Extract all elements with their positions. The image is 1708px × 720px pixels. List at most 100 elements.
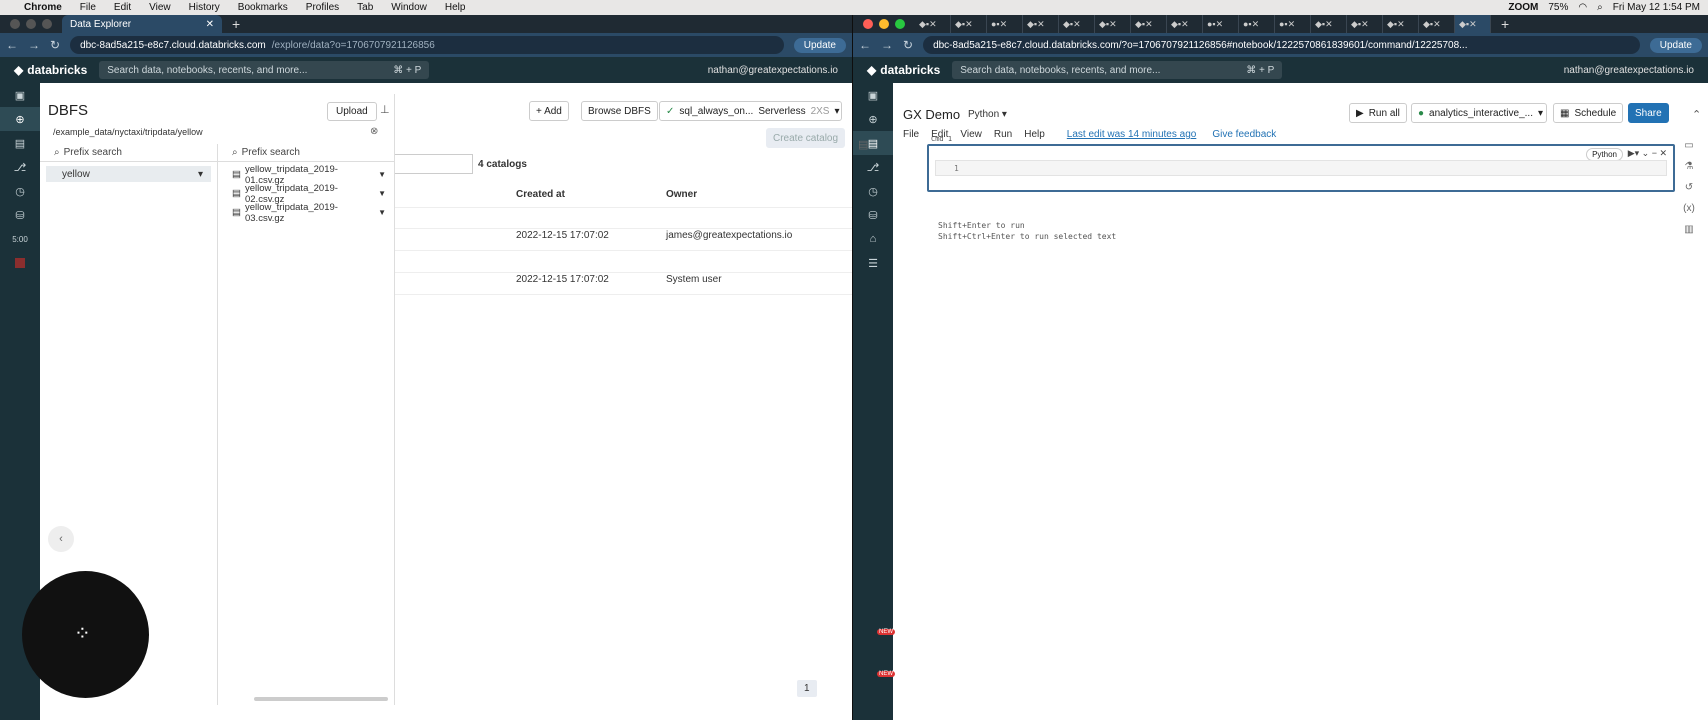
wifi-icon[interactable]: ◠ bbox=[1578, 2, 1587, 13]
new-tab-icon[interactable]: + bbox=[1501, 15, 1509, 33]
new-icon[interactable]: ⊕ bbox=[0, 107, 40, 131]
menu-help[interactable]: Help bbox=[445, 2, 466, 13]
tab-mini[interactable]: ◆▪✕ bbox=[1419, 15, 1455, 33]
forward-icon[interactable]: → bbox=[881, 38, 893, 52]
menu-view[interactable]: View bbox=[149, 2, 171, 13]
menu-history[interactable]: History bbox=[189, 2, 220, 13]
tab-mini[interactable]: ◆▪✕ bbox=[1347, 15, 1383, 33]
tab-mini[interactable]: ◆▪✕ bbox=[1095, 15, 1131, 33]
url-field[interactable]: dbc-8ad5a215-e8c7.cloud.databricks.com/?… bbox=[923, 36, 1640, 54]
repos-icon[interactable]: ⎇ bbox=[0, 155, 40, 179]
variables-icon[interactable]: (x) bbox=[1683, 203, 1695, 214]
column-created-at[interactable]: Created at bbox=[516, 189, 565, 200]
catalog-filter-input[interactable] bbox=[395, 154, 473, 174]
menu-profiles[interactable]: Profiles bbox=[306, 2, 339, 13]
prefix-search-1[interactable]: ⌕ Prefix search bbox=[40, 144, 217, 162]
tab-mini[interactable]: ●▪✕ bbox=[1275, 15, 1311, 33]
recents-icon[interactable]: ◷ bbox=[0, 179, 40, 203]
workflows-icon[interactable]: ☰ bbox=[853, 251, 893, 275]
caret-icon[interactable]: ▼ bbox=[378, 170, 386, 179]
battery-level[interactable]: 75% bbox=[1548, 2, 1568, 13]
browse-dbfs-button[interactable]: Browse DBFS bbox=[581, 101, 658, 121]
code-editor[interactable]: 1 bbox=[935, 160, 1667, 176]
pin-icon[interactable]: ⊥ bbox=[380, 103, 390, 116]
new-tab-icon[interactable]: + bbox=[232, 15, 240, 33]
history-icon[interactable]: ↺ bbox=[1685, 182, 1693, 193]
code-cell[interactable]: Python ▶▾ ⌄ − ✕ 1 bbox=[927, 144, 1675, 192]
tab-mini[interactable]: ◆▪✕ bbox=[951, 15, 987, 33]
tab-mini[interactable]: ●▪✕ bbox=[1239, 15, 1275, 33]
create-catalog-button[interactable]: Create catalog bbox=[766, 128, 846, 148]
tab-mini[interactable]: ◆▪✕ bbox=[1311, 15, 1347, 33]
tab-mini[interactable]: ●▪✕ bbox=[1203, 15, 1239, 33]
tab-mini[interactable]: ●▪✕ bbox=[987, 15, 1023, 33]
menu-file[interactable]: File bbox=[80, 2, 96, 13]
menu-toggle-icon[interactable]: ▣ bbox=[853, 83, 893, 107]
add-button[interactable]: + Add bbox=[529, 101, 569, 121]
global-search[interactable]: Search data, notebooks, recents, and mor… bbox=[99, 61, 430, 79]
reload-icon[interactable]: ↻ bbox=[50, 38, 60, 52]
warehouse-selector[interactable]: ✓ sql_always_on... Serverless 2XS ▾ bbox=[659, 101, 842, 121]
global-search[interactable]: Search data, notebooks, recents, and mor… bbox=[952, 61, 1283, 79]
dbfs-path[interactable]: /example_data/nyctaxi/tripdata/yellow bbox=[53, 127, 203, 137]
user-menu[interactable]: nathan@greatexpectations.io bbox=[708, 65, 838, 76]
column-owner[interactable]: Owner bbox=[666, 189, 697, 200]
run-all-button[interactable]: ▶ Run all bbox=[1349, 103, 1407, 123]
zoom-status[interactable]: ZOOM bbox=[1508, 2, 1538, 13]
tab-mini[interactable]: ◆▪✕ bbox=[1383, 15, 1419, 33]
forward-icon[interactable]: → bbox=[28, 38, 40, 52]
share-button[interactable]: Share bbox=[1628, 103, 1669, 123]
nb-menu-help[interactable]: Help bbox=[1024, 129, 1045, 140]
tab-mini[interactable]: ◆▪✕ bbox=[1167, 15, 1203, 33]
caret-icon[interactable]: ▼ bbox=[378, 189, 386, 198]
page-number[interactable]: 1 bbox=[797, 680, 817, 697]
collapse-icon[interactable]: ‹ bbox=[48, 526, 74, 552]
recents-icon[interactable]: ◷ bbox=[853, 179, 893, 203]
databricks-logo[interactable]: ◆ databricks bbox=[867, 63, 940, 77]
clock[interactable]: Fri May 12 1:54 PM bbox=[1613, 2, 1700, 13]
menu-edit[interactable]: Edit bbox=[114, 2, 131, 13]
tab-mini[interactable]: ◆▪✕ bbox=[915, 15, 951, 33]
compute-icon[interactable]: ⌂ bbox=[853, 227, 893, 251]
toc-icon[interactable]: ▤ bbox=[858, 138, 868, 151]
folder-yellow[interactable]: yellow ▾ bbox=[46, 166, 211, 182]
experiment-icon[interactable]: ⚗ bbox=[1685, 161, 1694, 172]
language-selector[interactable]: Python ▾ bbox=[968, 109, 1007, 120]
update-button[interactable]: Update bbox=[1649, 37, 1702, 53]
file-row[interactable]: ▤ yellow_tripdata_2019-02.csv.gz ▼ bbox=[218, 183, 394, 205]
user-menu[interactable]: nathan@greatexpectations.io bbox=[1564, 65, 1694, 76]
menu-tab[interactable]: Tab bbox=[357, 2, 373, 13]
nb-menu-file[interactable]: File bbox=[903, 129, 919, 140]
prefix-search-2[interactable]: ⌕ Prefix search bbox=[218, 144, 394, 162]
url-field[interactable]: dbc-8ad5a215-e8c7.cloud.databricks.com/e… bbox=[70, 36, 784, 54]
back-icon[interactable]: ← bbox=[859, 38, 871, 52]
menu-app[interactable]: Chrome bbox=[24, 2, 62, 13]
update-button[interactable]: Update bbox=[793, 37, 846, 53]
menu-bookmarks[interactable]: Bookmarks bbox=[238, 2, 288, 13]
scrollbar[interactable] bbox=[254, 697, 388, 701]
new-icon[interactable]: ⊕ bbox=[853, 107, 893, 131]
menu-toggle-icon[interactable]: ▣ bbox=[0, 83, 40, 107]
cluster-selector[interactable]: ● analytics_interactive_... ▾ bbox=[1411, 103, 1547, 123]
data-icon[interactable]: ⛁ bbox=[853, 203, 893, 227]
comment-icon[interactable]: ▭ bbox=[1684, 140, 1693, 151]
upload-button[interactable]: Upload bbox=[327, 102, 377, 121]
stop-icon[interactable] bbox=[0, 251, 40, 275]
tab-mini[interactable]: ◆▪✕ bbox=[1023, 15, 1059, 33]
feedback-link[interactable]: Give feedback bbox=[1212, 129, 1276, 140]
caret-icon[interactable]: ▼ bbox=[378, 208, 386, 217]
tab-mini[interactable]: ◆▪✕ bbox=[1131, 15, 1167, 33]
last-edit-link[interactable]: Last edit was 14 minutes ago bbox=[1067, 129, 1197, 140]
notebook-title[interactable]: GX Demo bbox=[903, 107, 960, 122]
schedule-button[interactable]: ▦ Schedule bbox=[1553, 103, 1624, 123]
tab-data-explorer[interactable]: Data Explorer ✕ bbox=[62, 15, 222, 33]
library-icon[interactable]: ▥ bbox=[1684, 224, 1693, 235]
search-icon[interactable]: ⌕ bbox=[1597, 2, 1603, 13]
back-icon[interactable]: ← bbox=[6, 38, 18, 52]
repos-icon[interactable]: ⎇ bbox=[853, 155, 893, 179]
databricks-logo[interactable]: ◆ databricks bbox=[14, 63, 87, 77]
file-row[interactable]: ▤ yellow_tripdata_2019-01.csv.gz ▼ bbox=[218, 164, 394, 186]
data-icon[interactable]: ⛁ bbox=[0, 203, 40, 227]
nb-menu-view[interactable]: View bbox=[960, 129, 982, 140]
close-icon[interactable]: ✕ bbox=[206, 19, 214, 30]
